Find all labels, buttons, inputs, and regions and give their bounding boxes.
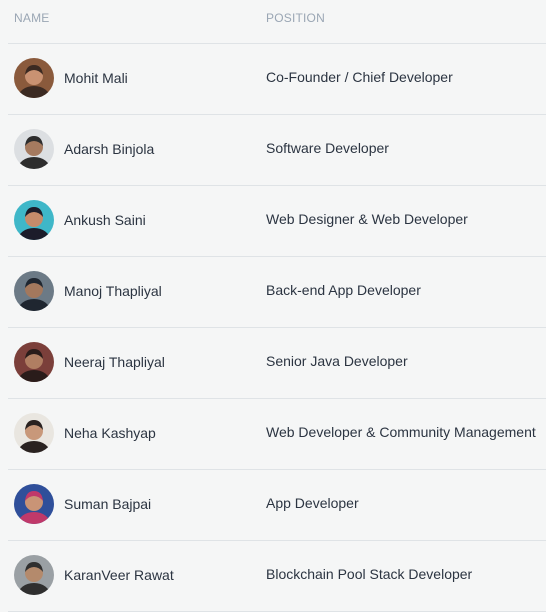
table-row: Suman Bajpai App Developer [8, 470, 546, 541]
table-row: Adarsh Binjola Software Developer [8, 115, 546, 186]
member-position: Software Developer [266, 140, 389, 156]
member-position: Back-end App Developer [266, 282, 421, 298]
member-name: Neha Kashyap [64, 425, 156, 441]
avatar [14, 129, 54, 169]
avatar [14, 200, 54, 240]
member-name: Manoj Thapliyal [64, 283, 162, 299]
team-table: NAME POSITION Mohit Mali Co-Founder / Chi… [8, 0, 546, 612]
member-name: Mohit Mali [64, 70, 128, 86]
member-name: Ankush Saini [64, 212, 146, 228]
member-position: Web Developer & Community Management [266, 424, 536, 440]
table-row: Neha Kashyap Web Developer & Community Ma… [8, 399, 546, 470]
table-row: Mohit Mali Co-Founder / Chief Developer [8, 44, 546, 115]
member-position: App Developer [266, 495, 359, 511]
member-position: Co-Founder / Chief Developer [266, 69, 453, 85]
member-name: Adarsh Binjola [64, 141, 155, 157]
member-position: Web Designer & Web Developer [266, 211, 468, 227]
table-body: Mohit Mali Co-Founder / Chief Developer Ad… [8, 44, 546, 612]
table-row: Ankush Saini Web Designer & Web Developer [8, 186, 546, 257]
name-column-header: NAME [14, 11, 50, 25]
member-name: KaranVeer Rawat [64, 567, 174, 583]
avatar [14, 271, 54, 311]
avatar [14, 484, 54, 524]
member-name: Suman Bajpai [64, 496, 152, 512]
avatar [14, 555, 54, 595]
member-name: Neeraj Thapliyal [64, 354, 165, 370]
table-row: KaranVeer Rawat Blockchain Pool Stack Dev… [8, 541, 546, 612]
table-header: NAME POSITION [8, 0, 546, 44]
member-position: Blockchain Pool Stack Developer [266, 566, 473, 582]
avatar [14, 58, 54, 98]
position-column-header: POSITION [266, 11, 325, 25]
table-row: Manoj Thapliyal Back-end App Developer [8, 257, 546, 328]
table-row: Neeraj Thapliyal Senior Java Developer [8, 328, 546, 399]
avatar [14, 413, 54, 453]
member-position: Senior Java Developer [266, 353, 408, 369]
avatar [14, 342, 54, 382]
